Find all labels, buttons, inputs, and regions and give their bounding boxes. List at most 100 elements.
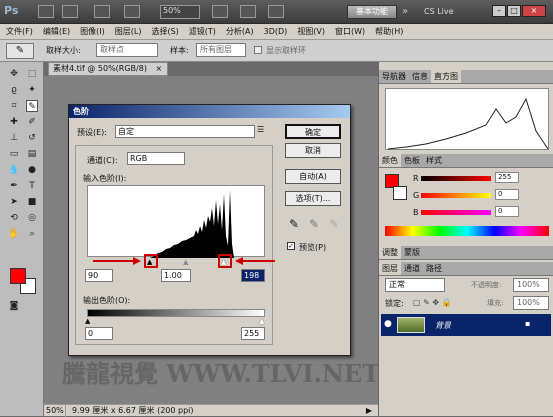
channel-select[interactable]: RGB [127, 152, 185, 165]
eyedropper-tool-icon[interactable]: ✎ [26, 100, 38, 112]
panel-tab[interactable]: 通道 [401, 262, 423, 275]
input-black-field[interactable]: 90 [85, 269, 113, 282]
brush-tool-icon[interactable]: ✐ [26, 116, 38, 128]
panel-tab[interactable]: 导航器 [379, 70, 409, 83]
auto-button[interactable]: 自动(A) [285, 169, 341, 184]
cs-live-button[interactable]: CS Live [424, 5, 468, 19]
menu-item[interactable]: 帮助(H) [375, 24, 403, 40]
panel-tab[interactable]: 直方图 [431, 70, 461, 83]
g-value[interactable]: 0 [495, 189, 519, 200]
view-extras-icon[interactable] [94, 5, 110, 18]
blend-mode-select[interactable]: 正常 [385, 278, 445, 292]
layer-name[interactable]: 背景 [435, 320, 451, 331]
shape-tool-icon[interactable]: ■ [26, 196, 38, 208]
output-black-slider[interactable]: ▲ [85, 317, 90, 325]
b-slider[interactable] [421, 210, 491, 215]
options-button[interactable]: 选项(T)... [285, 191, 341, 206]
white-eyedropper-icon[interactable]: ✎ [329, 217, 339, 231]
close-button[interactable]: × [522, 5, 546, 17]
g-slider[interactable] [421, 193, 491, 198]
panel-background-swatch[interactable] [393, 186, 407, 200]
minimize-button[interactable]: – [492, 5, 506, 17]
preset-select[interactable]: 自定 [115, 125, 255, 138]
hand-tool-icon[interactable] [124, 5, 140, 18]
dialog-title[interactable]: 色阶 [69, 105, 350, 118]
zoom-level-select[interactable]: 50% [160, 5, 200, 19]
preview-checkbox[interactable]: ✓ [287, 242, 295, 250]
menu-item[interactable]: 分析(A) [226, 24, 254, 40]
maximize-button[interactable]: □ [507, 5, 521, 17]
workspace-button[interactable]: 基本功能 [347, 5, 397, 19]
history-brush-icon[interactable]: ↺ [26, 132, 38, 144]
menu-item[interactable]: 视图(V) [297, 24, 325, 40]
r-slider[interactable] [421, 176, 491, 181]
healing-brush-icon[interactable]: ✚ [8, 116, 20, 128]
eraser-tool-icon[interactable]: ▭ [8, 148, 20, 160]
b-value[interactable]: 0 [495, 206, 519, 217]
crop-tool-icon[interactable]: ⌗ [8, 100, 20, 112]
output-white-field[interactable]: 255 [241, 327, 265, 340]
menu-item[interactable]: 图层(L) [115, 24, 142, 40]
move-tool-icon[interactable]: ✥ [8, 68, 20, 80]
panel-tab[interactable]: 样式 [423, 154, 445, 167]
panel-tab[interactable]: 蒙版 [401, 246, 423, 259]
menu-item[interactable]: 窗口(W) [335, 24, 365, 40]
layer-row-background[interactable]: ● 背景 ▪ [381, 314, 551, 336]
dodge-tool-icon[interactable]: ● [26, 164, 38, 176]
3d-orbit-icon[interactable]: ◎ [26, 212, 38, 224]
gradient-tool-icon[interactable]: ▤ [26, 148, 38, 160]
pen-tool-icon[interactable]: ✒ [8, 180, 20, 192]
mini-bridge-icon[interactable] [62, 5, 78, 18]
panel-tab[interactable]: 色板 [401, 154, 423, 167]
menu-item[interactable]: 编辑(E) [43, 24, 70, 40]
status-zoom[interactable]: 50% [44, 404, 66, 417]
clone-stamp-icon[interactable]: ⊥ [8, 132, 20, 144]
panel-tab[interactable]: 颜色 [379, 154, 401, 167]
zoom-tool-icon[interactable]: ⌕ [26, 228, 38, 240]
panel-tab[interactable]: 信息 [409, 70, 431, 83]
close-tab-icon[interactable]: × [156, 64, 163, 73]
menu-item[interactable]: 图像(I) [80, 24, 105, 40]
input-gamma-field[interactable]: 1.00 [161, 269, 191, 282]
opacity-field[interactable]: 100% [513, 278, 549, 292]
quick-mask-icon[interactable]: ◙ [8, 300, 20, 312]
3d-rotate-icon[interactable]: ⟲ [8, 212, 20, 224]
preset-options-icon[interactable]: ☰ [257, 125, 264, 134]
menu-item[interactable]: 选择(S) [151, 24, 178, 40]
arrange-documents-icon[interactable] [240, 5, 256, 18]
menu-item[interactable]: 滤镜(T) [189, 24, 216, 40]
magic-wand-icon[interactable]: ✦ [26, 84, 38, 96]
color-ramp[interactable] [385, 226, 549, 236]
lock-icons[interactable]: ▢ ✎ ✥ 🔒 [413, 298, 452, 307]
fill-field[interactable]: 100% [513, 296, 549, 310]
ok-button[interactable]: 确定 [285, 124, 341, 139]
foreground-color-swatch-top[interactable] [10, 268, 26, 284]
path-selection-icon[interactable]: ➤ [8, 196, 20, 208]
cancel-button[interactable]: 取消 [285, 143, 341, 158]
document-tab[interactable]: 素材4.tif @ 50%(RGB/8) × [48, 62, 168, 76]
marquee-tool-icon[interactable]: ⬚ [26, 68, 38, 80]
panel-tab[interactable]: 调整 [379, 246, 401, 259]
sample-size-select[interactable]: 取样点 [96, 43, 158, 57]
bridge-icon[interactable] [38, 5, 54, 18]
r-value[interactable]: 255 [495, 172, 519, 183]
more-workspaces-icon[interactable]: » [402, 6, 408, 17]
status-menu-icon[interactable]: ▶ [366, 405, 372, 417]
panel-tab[interactable]: 路径 [423, 262, 445, 275]
input-white-field[interactable]: 198 [241, 269, 265, 282]
sample-layers-select[interactable]: 所有图层 [196, 43, 246, 57]
gray-eyedropper-icon[interactable]: ✎ [309, 217, 319, 231]
output-white-slider[interactable]: ▲ [259, 317, 264, 325]
menu-item[interactable]: 3D(D) [264, 24, 288, 40]
blur-tool-icon[interactable]: 💧 [8, 164, 20, 176]
eyedropper-preset-icon[interactable]: ✎ [6, 43, 34, 59]
panel-tab[interactable]: 图层 [379, 262, 401, 275]
output-black-field[interactable]: 0 [85, 327, 113, 340]
black-eyedropper-icon[interactable]: ✎ [289, 217, 299, 231]
lasso-tool-icon[interactable]: ϱ [8, 84, 20, 96]
hand-tool-icon[interactable]: ✋ [8, 228, 20, 240]
screen-mode-icon[interactable] [268, 5, 284, 18]
show-ring-checkbox[interactable] [254, 46, 262, 54]
menu-item[interactable]: 文件(F) [6, 24, 33, 40]
type-tool-icon[interactable]: T [26, 180, 38, 192]
